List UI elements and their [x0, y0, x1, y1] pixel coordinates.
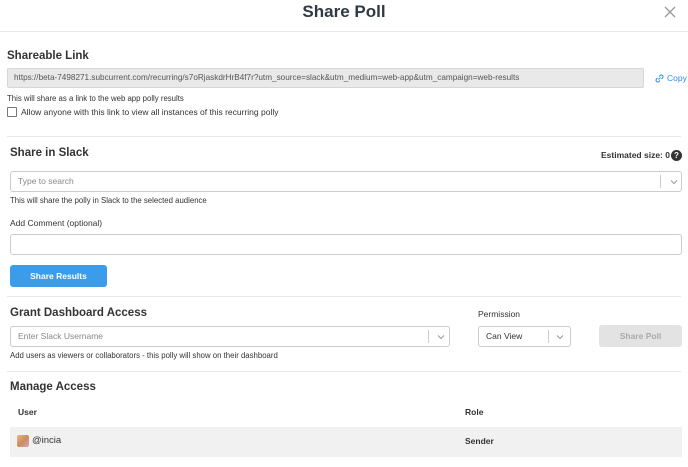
chevron-down-icon — [670, 180, 678, 185]
column-header-role: Role — [465, 407, 484, 417]
section-divider — [7, 296, 681, 297]
shareable-link-heading: Shareable Link — [7, 50, 89, 62]
modal-title: Share Poll — [302, 2, 386, 21]
copy-link-button[interactable]: Copy — [654, 73, 687, 83]
dashboard-access-hint: Add users as viewers or collaborators - … — [10, 351, 278, 360]
slack-audience-select[interactable]: Type to search — [10, 171, 682, 192]
section-divider — [7, 136, 681, 137]
allow-all-instances-checkbox[interactable] — [7, 107, 17, 117]
close-icon[interactable] — [662, 4, 678, 20]
slack-audience-placeholder: Type to search — [18, 176, 74, 186]
allow-all-instances-label: Allow anyone with this link to view all … — [21, 107, 279, 117]
estimated-size-label: Estimated size: 0 — [601, 150, 670, 160]
user-handle: @incia — [32, 435, 62, 446]
share-in-slack-heading: Share in Slack — [10, 147, 89, 159]
user-role: Sender — [465, 436, 494, 446]
share-in-slack-hint: This will share the polly in Slack to th… — [10, 196, 207, 205]
avatar — [17, 435, 29, 447]
copy-link-label: Copy — [667, 73, 687, 83]
select-separator — [660, 175, 661, 188]
share-results-button[interactable]: Share Results — [10, 265, 107, 287]
chevron-down-icon — [556, 335, 564, 340]
modal-header: Share Poll — [0, 0, 688, 32]
shareable-link-field[interactable]: https://beta-7498271.subcurrent.com/recu… — [7, 68, 644, 88]
permission-select[interactable]: Can View — [478, 326, 571, 347]
grant-dashboard-access-heading: Grant Dashboard Access — [10, 307, 147, 319]
chevron-down-icon — [437, 335, 445, 340]
add-comment-label: Add Comment (optional) — [10, 218, 103, 228]
access-table-header: User Role — [10, 400, 682, 426]
add-comment-field[interactable] — [10, 234, 682, 255]
permission-value: Can View — [486, 331, 523, 341]
help-icon[interactable]: ? — [671, 150, 682, 161]
slack-username-placeholder: Enter Slack Username — [18, 331, 104, 341]
link-icon — [655, 74, 664, 82]
section-divider — [7, 371, 681, 372]
table-row[interactable]: @incia Sender — [10, 427, 682, 457]
shareable-link-hint: This will share as a link to the web app… — [7, 94, 184, 103]
manage-access-heading: Manage Access — [10, 381, 96, 393]
slack-username-select[interactable]: Enter Slack Username — [10, 326, 450, 347]
select-separator — [428, 330, 429, 343]
share-poll-button[interactable]: Share Poll — [599, 325, 682, 347]
column-header-user: User — [18, 407, 37, 417]
permission-label: Permission — [478, 309, 521, 319]
select-separator — [548, 330, 549, 343]
